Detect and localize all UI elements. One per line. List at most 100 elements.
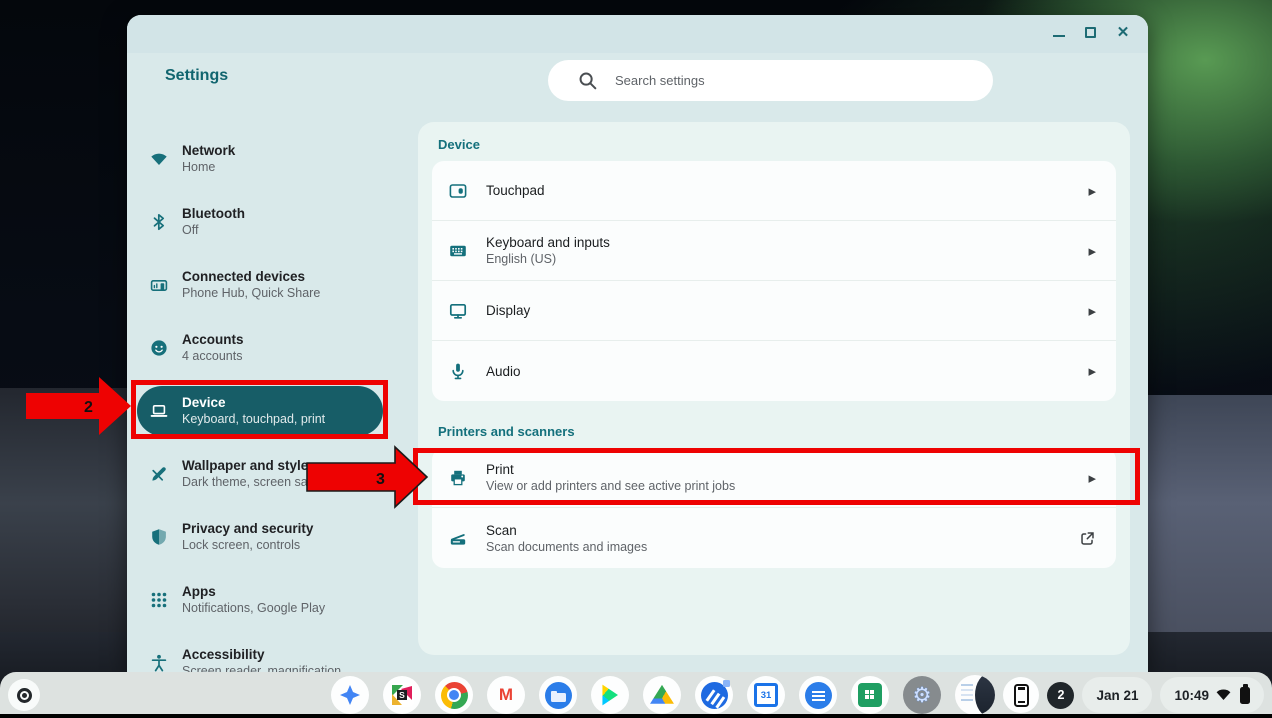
row-label: Print [486, 462, 1078, 477]
sidebar-sublabel: Screen reader, magnification [182, 664, 341, 672]
app-settings[interactable]: ⚙ [903, 676, 941, 714]
phone-hub-button[interactable] [1003, 677, 1039, 713]
app-sheets[interactable] [851, 676, 889, 714]
keyboard-icon [448, 241, 468, 261]
sidebar-label: Connected devices [182, 269, 320, 284]
chevron-right-icon: ▸ [1088, 182, 1096, 200]
row-keyboard[interactable]: Keyboard and inputs English (US) ▸ [432, 221, 1116, 281]
row-display[interactable]: Display ▸ [432, 281, 1116, 341]
shelf: S M 31 ⚙ 2 Jan 21 10:49 [0, 672, 1272, 718]
search-bar[interactable] [548, 60, 993, 101]
sparkle-icon [338, 683, 362, 707]
chevron-right-icon: ▸ [1088, 242, 1096, 260]
calendar-icon: 31 [754, 683, 778, 707]
maximize-button[interactable] [1085, 27, 1096, 38]
row-touchpad[interactable]: Touchpad ▸ [432, 161, 1116, 221]
status-area[interactable]: 10:49 [1160, 677, 1264, 713]
printers-rows-card: Print View or add printers and see active… [432, 448, 1116, 568]
wifi-status-icon [1216, 689, 1231, 701]
account-icon [149, 338, 169, 358]
row-label: Keyboard and inputs [486, 235, 1078, 250]
chevron-right-icon: ▸ [1088, 362, 1096, 380]
sidebar-item-network[interactable]: NetworkHome [137, 127, 383, 190]
docs-icon [805, 682, 832, 709]
minimize-button[interactable] [1053, 28, 1065, 37]
sidebar-label: Apps [182, 584, 325, 599]
svg-text:S: S [399, 690, 405, 700]
chevron-right-icon: ▸ [1088, 469, 1096, 487]
app-docs[interactable] [799, 676, 837, 714]
sidebar-item-accounts[interactable]: Accounts4 accounts [137, 316, 383, 379]
app-gemini[interactable] [331, 676, 369, 714]
app-gmail[interactable]: M [487, 676, 525, 714]
row-label: Touchpad [486, 183, 1078, 198]
chrome-icon [441, 682, 468, 709]
date-label: Jan 21 [1096, 688, 1138, 703]
screenshot-thumbnail[interactable] [955, 675, 995, 715]
drive-icon [649, 684, 675, 707]
section-title-device: Device [438, 122, 1130, 152]
external-link-icon [1079, 530, 1096, 547]
play-store-icon [600, 684, 621, 707]
bluetooth-icon [149, 212, 169, 232]
row-label: Audio [486, 364, 1078, 379]
row-sublabel: Scan documents and images [486, 540, 1069, 554]
printer-icon [448, 468, 468, 488]
sidebar-label: Device [182, 395, 325, 410]
sidebar-item-privacy[interactable]: Privacy and securityLock screen, control… [137, 505, 383, 568]
phone-icon [1014, 684, 1029, 707]
date-pill[interactable]: Jan 21 [1082, 677, 1152, 713]
sidebar-item-connected-devices[interactable]: Connected devices Phone Hub, Quick Share [137, 253, 383, 316]
battery-icon [1240, 687, 1250, 704]
sidebar-sublabel: Off [182, 223, 245, 237]
chevron-right-icon: ▸ [1088, 302, 1096, 320]
sidebar: NetworkHome BluetoothOff Connected devic… [137, 127, 383, 672]
sidebar-label: Accounts [182, 332, 244, 347]
app-slack[interactable]: S [383, 676, 421, 714]
device-rows-card: Touchpad ▸ Keyboard and inputs English (U… [432, 161, 1116, 401]
slack-icon: S [390, 683, 414, 707]
search-icon [578, 71, 598, 91]
sidebar-item-apps[interactable]: AppsNotifications, Google Play [137, 568, 383, 631]
app-files[interactable] [539, 676, 577, 714]
sidebar-sublabel: Keyboard, touchpad, print [182, 412, 325, 426]
row-audio[interactable]: Audio ▸ [432, 341, 1116, 401]
notification-badge[interactable]: 2 [1047, 682, 1074, 709]
search-input[interactable] [615, 73, 935, 88]
app-chrome[interactable] [435, 676, 473, 714]
settings-window: ✕ Settings NetworkHome BluetoothOff Conn… [127, 15, 1148, 672]
gmail-icon: M [499, 685, 513, 705]
app-play-store[interactable] [591, 676, 629, 714]
row-sublabel: View or add printers and see active prin… [486, 479, 1078, 493]
app-drive[interactable] [643, 676, 681, 714]
sidebar-item-wallpaper[interactable]: Wallpaper and styleDark theme, screen sa… [137, 442, 383, 505]
sidebar-item-accessibility[interactable]: Accessibility Screen reader, magnificatio… [137, 631, 383, 672]
sidebar-sublabel: Phone Hub, Quick Share [182, 286, 320, 300]
launcher-icon [17, 688, 32, 703]
apps-grid-icon [149, 590, 169, 610]
time-label: 10:49 [1174, 688, 1209, 703]
sidebar-item-device[interactable]: Device Keyboard, touchpad, print [137, 386, 383, 436]
close-button[interactable]: ✕ [1116, 25, 1130, 39]
touchpad-icon [448, 181, 468, 201]
files-icon [545, 682, 572, 709]
app-calendar[interactable]: 31 [747, 676, 785, 714]
row-print[interactable]: Print View or add printers and see active… [432, 448, 1116, 508]
row-scan[interactable]: ScanScan documents and images [432, 508, 1116, 568]
sidebar-sublabel: Home [182, 160, 235, 174]
accessibility-icon [149, 653, 169, 673]
row-sublabel: English (US) [486, 252, 1078, 266]
sidebar-label: Wallpaper and style [182, 458, 325, 473]
sidebar-label: Accessibility [182, 647, 341, 662]
app-flow[interactable] [695, 676, 733, 714]
sidebar-sublabel: Lock screen, controls [182, 538, 313, 552]
launcher-button[interactable] [8, 679, 40, 711]
display-icon [448, 301, 468, 321]
shelf-apps: S M 31 ⚙ [331, 676, 941, 714]
flow-icon [701, 682, 728, 709]
shield-icon [149, 527, 169, 547]
status-tray: 2 Jan 21 10:49 [955, 675, 1264, 715]
connected-devices-icon [149, 275, 169, 295]
sidebar-item-bluetooth[interactable]: BluetoothOff [137, 190, 383, 253]
screen-edge [0, 714, 1272, 718]
